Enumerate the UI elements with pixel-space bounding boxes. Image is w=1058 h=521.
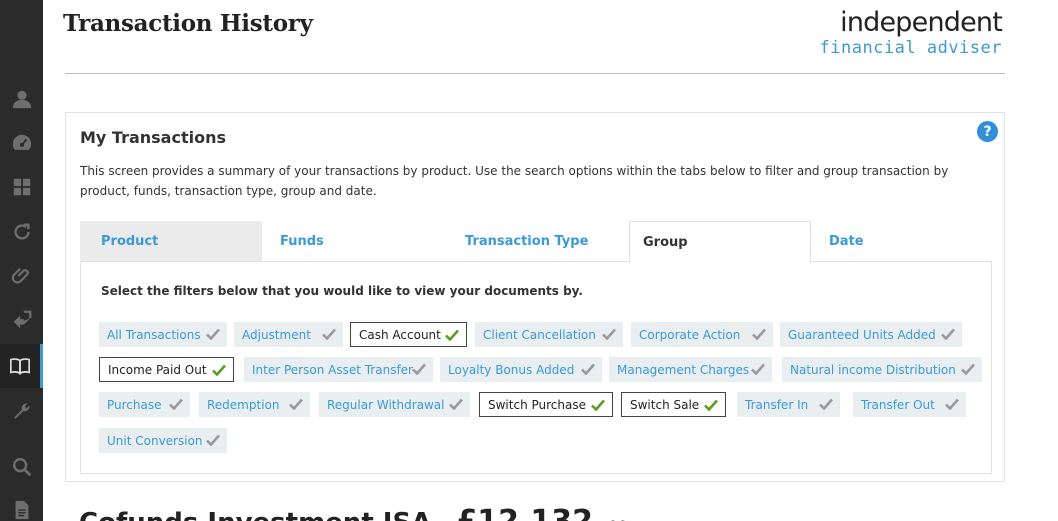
filter-chip-label: Corporate Action	[639, 327, 741, 342]
filter-chip-label: Regular Withdrawal	[327, 397, 445, 412]
filter-chip-label: Management Charges	[617, 362, 750, 377]
filter-chip-loyalty-bonus-added[interactable]: Loyalty Bonus Added	[440, 357, 602, 382]
refresh-icon	[13, 223, 30, 240]
filter-chip-transfer-in[interactable]: Transfer In	[737, 392, 840, 417]
check-icon	[581, 363, 595, 375]
transfer-icon	[13, 310, 31, 329]
check-icon	[941, 328, 955, 340]
filter-chip-label: Redemption	[207, 397, 280, 412]
sidebar-item-tools[interactable]	[0, 389, 43, 433]
filter-chip-all-transactions[interactable]: All Transactions	[99, 322, 227, 347]
check-icon	[289, 398, 303, 410]
check-icon	[449, 398, 463, 410]
filter-tabs: Product Funds Transaction Type Group Dat…	[80, 221, 992, 263]
tab-transaction-type[interactable]: Transaction Type	[444, 221, 629, 262]
user-icon	[12, 90, 31, 109]
paperclip-icon	[11, 267, 29, 284]
tab-product[interactable]: Product	[80, 221, 262, 262]
filter-chip-label: Guaranteed Units Added	[788, 327, 936, 342]
company-logo: independent financial adviser	[819, 7, 1003, 59]
logo-main-text: independent	[840, 7, 1003, 38]
sidebar-item-transactions[interactable]	[0, 344, 43, 388]
dashboard-icon	[12, 134, 31, 150]
group-tab-panel: Select the filters below that you would …	[80, 261, 992, 474]
filter-chip-label: All Transactions	[107, 327, 201, 342]
check-icon	[751, 363, 765, 375]
sidebar-item-profile[interactable]	[0, 77, 43, 121]
product-summary-heading: Cofunds Investment ISA £12,132 00	[79, 504, 628, 521]
sidebar-item-transfers[interactable]	[0, 298, 43, 342]
sidebar	[0, 0, 43, 521]
filter-chip-label: Loyalty Bonus Added	[448, 362, 575, 377]
check-icon	[704, 399, 718, 411]
filter-chip-label: Client Cancellation	[483, 327, 596, 342]
check-icon	[212, 364, 226, 376]
page-title: Transaction History	[63, 10, 313, 37]
check-icon	[819, 398, 833, 410]
sidebar-item-apps[interactable]	[0, 165, 43, 209]
filter-chip-switch-purchase[interactable]: Switch Purchase	[479, 392, 613, 417]
product-amount: £12,132	[456, 504, 593, 521]
filter-chip-unit-conversion[interactable]: Unit Conversion	[99, 428, 227, 453]
filter-instruction: Select the filters below that you would …	[101, 284, 583, 298]
sidebar-item-refresh[interactable]	[0, 210, 43, 254]
check-icon	[412, 363, 426, 375]
sidebar-item-dashboard[interactable]	[0, 121, 43, 165]
filter-chip-label: Transfer Out	[861, 397, 935, 412]
filter-chip-label: Natural income Distribution	[790, 362, 956, 377]
check-icon	[322, 328, 336, 340]
filter-chip-regular-withdrawal[interactable]: Regular Withdrawal	[319, 392, 470, 417]
check-icon	[169, 398, 183, 410]
book-icon	[10, 358, 30, 375]
my-transactions-card: My Transactions ? This screen provides a…	[65, 112, 1005, 482]
check-icon	[206, 434, 220, 446]
logo-sub-text: financial adviser	[819, 38, 1002, 58]
check-icon	[445, 329, 459, 341]
filter-chip-inter-person-asset-transfer[interactable]: Inter Person Asset Transfer	[244, 357, 433, 382]
filter-chip-label: Unit Conversion	[107, 433, 203, 448]
filter-chip-label: Switch Purchase	[488, 397, 586, 412]
search-icon	[12, 458, 31, 477]
filter-chip-guaranteed-units-added[interactable]: Guaranteed Units Added	[780, 322, 962, 347]
filter-chip-label: Purchase	[107, 397, 162, 412]
filter-chip-label: Income Paid Out	[108, 362, 207, 377]
filter-chip-label: Cash Account	[359, 327, 441, 342]
product-name: Cofunds Investment ISA	[79, 508, 431, 521]
check-icon	[206, 328, 220, 340]
check-icon	[591, 399, 605, 411]
sidebar-item-attachments[interactable]	[0, 254, 43, 298]
filter-chip-label: Switch Sale	[630, 397, 700, 412]
filter-chip-transfer-out[interactable]: Transfer Out	[853, 392, 966, 417]
check-icon	[961, 363, 975, 375]
help-icon[interactable]: ?	[977, 121, 998, 142]
filter-chip-label: Transfer In	[745, 397, 809, 412]
tab-funds[interactable]: Funds	[262, 221, 444, 262]
tab-date[interactable]: Date	[811, 221, 992, 262]
card-description: This screen provides a summary of your t…	[80, 164, 949, 198]
filter-chip-natural-income-distribution[interactable]: Natural income Distribution	[782, 357, 982, 382]
filter-chip-label: Adjustment	[242, 327, 311, 342]
header-divider	[65, 73, 1005, 74]
filter-chip-cash-account[interactable]: Cash Account	[350, 322, 467, 347]
filter-chip-client-cancellation[interactable]: Client Cancellation	[475, 322, 623, 347]
filter-chip-adjustment[interactable]: Adjustment	[234, 322, 343, 347]
sidebar-item-search[interactable]	[0, 445, 43, 489]
document-icon	[15, 500, 28, 520]
filter-chip-income-paid-out[interactable]: Income Paid Out	[99, 357, 234, 382]
filter-chip-redemption[interactable]: Redemption	[199, 392, 310, 417]
filter-chip-switch-sale[interactable]: Switch Sale	[621, 392, 726, 417]
filter-chip-corporate-action[interactable]: Corporate Action	[631, 322, 773, 347]
check-icon	[945, 398, 959, 410]
card-title: My Transactions	[80, 128, 226, 147]
check-icon	[752, 328, 766, 340]
filter-chip-management-charges[interactable]: Management Charges	[609, 357, 772, 382]
tab-group[interactable]: Group	[629, 221, 811, 263]
check-icon	[602, 328, 616, 340]
grid-icon	[13, 178, 30, 196]
filter-chip-label: Inter Person Asset Transfer	[252, 362, 413, 377]
filter-chip-purchase[interactable]: Purchase	[99, 392, 190, 417]
sidebar-item-documents[interactable]	[0, 488, 43, 521]
wrench-icon	[13, 403, 29, 419]
